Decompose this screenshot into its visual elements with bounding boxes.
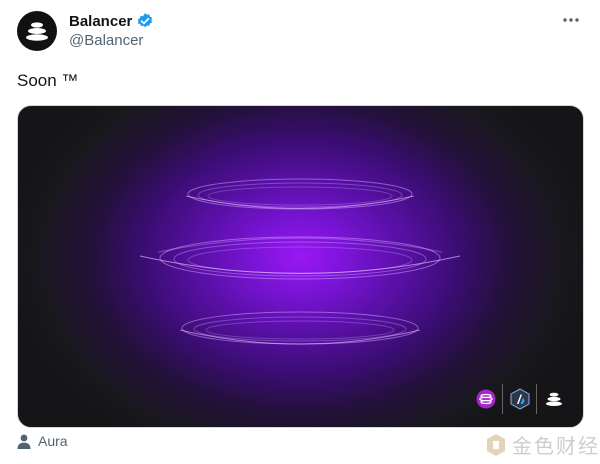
author-handle[interactable]: @Balancer [69, 32, 143, 49]
balancer-logo-icon [26, 22, 48, 41]
partner-logo-strip [469, 384, 570, 414]
watermark: 金色财经 [486, 430, 600, 459]
author-avatar[interactable] [17, 11, 57, 51]
verified-badge-icon [138, 13, 153, 28]
tweet-media-image[interactable] [17, 105, 584, 428]
author-name[interactable]: Balancer [69, 12, 154, 30]
balancer-logo-icon [545, 392, 562, 407]
arbitrum-logo-icon [510, 388, 529, 410]
person-icon [17, 434, 31, 449]
arbitrum-logo-slot [503, 384, 536, 414]
watermark-text: 金色财经 [512, 436, 600, 458]
media-attribution[interactable]: Aura [17, 433, 68, 449]
attribution-label[interactable]: Aura [38, 433, 68, 449]
tweet-text: Soon ™ [17, 71, 79, 90]
watermark-logo-icon [487, 433, 505, 456]
orbital-rings-graphic [139, 178, 461, 345]
balancer-logo-slot [537, 384, 570, 414]
display-name[interactable]: Balancer [69, 13, 132, 30]
more-horizontal-icon[interactable] [561, 10, 581, 30]
aura-logo-slot [469, 384, 502, 414]
aura-logo-icon [476, 389, 495, 409]
